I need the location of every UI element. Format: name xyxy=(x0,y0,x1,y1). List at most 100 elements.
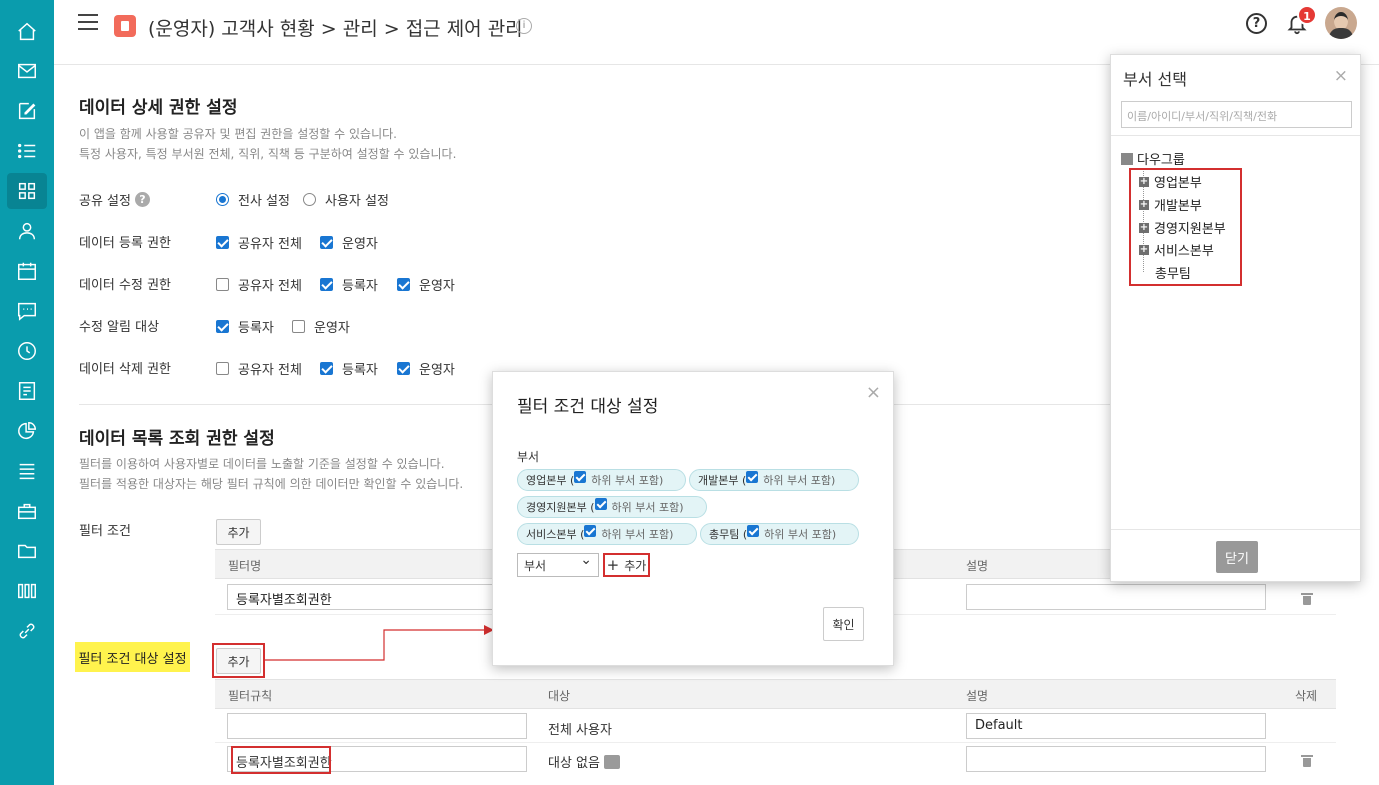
radio-icon[interactable] xyxy=(303,193,316,206)
list-icon[interactable] xyxy=(7,133,47,169)
user-icon[interactable] xyxy=(7,213,47,249)
notify-checkbox-operator[interactable]: 운영자 xyxy=(292,317,350,336)
apps-icon[interactable] xyxy=(7,573,47,609)
trash-icon[interactable] xyxy=(1301,592,1313,605)
link-icon[interactable] xyxy=(7,613,47,649)
dept-search-input[interactable]: 이름/아이디/부서/직위/직책/전화 xyxy=(1121,101,1352,128)
close-icon[interactable]: × xyxy=(866,382,881,403)
checkbox-label: 공유자 전체 xyxy=(238,363,302,378)
grid-icon[interactable] xyxy=(7,173,47,209)
share-radio-user[interactable]: 사용자 설정 xyxy=(303,190,389,209)
list-desc-1: 필터를 이용하여 사용자별로 데이터를 노출할 기준을 설정할 수 있습니다. xyxy=(79,457,445,471)
checkbox-icon[interactable] xyxy=(216,320,229,333)
help-icon[interactable]: ? xyxy=(1246,13,1267,34)
checkbox-icon[interactable] xyxy=(574,471,587,483)
avatar[interactable] xyxy=(1325,7,1357,39)
checkbox-label: 운영자 xyxy=(314,321,350,336)
checkbox-icon[interactable] xyxy=(584,525,597,537)
annotation-arrow xyxy=(264,625,494,661)
chat-icon[interactable] xyxy=(7,293,47,329)
row1-target: 전체 사용자 xyxy=(548,723,612,738)
edit-checkbox-sharers[interactable]: 공유자 전체 xyxy=(216,275,302,294)
add-filter-button[interactable]: 추가 xyxy=(216,519,261,545)
panel-divider xyxy=(1111,529,1360,530)
board-icon[interactable] xyxy=(7,453,47,489)
dept-chip[interactable]: 영업본부 (하위 부서 포함) xyxy=(517,469,686,491)
help-circle-icon[interactable]: ? xyxy=(134,192,150,207)
row2-desc-input[interactable] xyxy=(966,746,1266,772)
notify-checkbox-registrant[interactable]: 등록자 xyxy=(216,317,274,336)
add-target-link[interactable]: + 추가 xyxy=(603,553,650,577)
radio-icon[interactable] xyxy=(216,193,229,206)
del-checkbox-sharers[interactable]: 공유자 전체 xyxy=(216,359,302,378)
checkbox-label: 공유자 전체 xyxy=(238,279,302,294)
menu-icon[interactable] xyxy=(78,14,98,32)
edit-checkbox-registrant[interactable]: 등록자 xyxy=(320,275,378,294)
notification-badge: 1 xyxy=(1297,5,1317,25)
rule-select-row1[interactable] xyxy=(227,713,527,739)
checkbox-icon[interactable] xyxy=(216,362,229,375)
panel-close-button[interactable]: 닫기 xyxy=(1216,541,1258,573)
mail-icon[interactable] xyxy=(7,53,47,89)
plus-icon: + xyxy=(606,556,620,574)
edit-permission-label: 데이터 수정 권한 xyxy=(79,278,171,293)
confirm-button[interactable]: 확인 xyxy=(823,607,864,641)
checkbox-icon[interactable] xyxy=(747,525,760,537)
dept-chip[interactable]: 서비스본부 (하위 부서 포함) xyxy=(517,523,697,545)
calendar-icon[interactable] xyxy=(7,253,47,289)
checkbox-icon[interactable] xyxy=(397,278,410,291)
filter-condition-label: 필터 조건 xyxy=(79,524,131,539)
checkbox-icon[interactable] xyxy=(320,278,333,291)
chip-label: 경영지원본부 xyxy=(526,501,587,514)
dept-chip[interactable]: 경영지원본부 (하위 부서 포함) xyxy=(517,496,707,518)
checkbox-icon[interactable] xyxy=(746,471,759,483)
chip-sub: 하위 부서 포함) xyxy=(591,474,664,487)
checkbox-label: 등록자 xyxy=(342,363,378,378)
report-icon[interactable] xyxy=(7,373,47,409)
home-icon[interactable] xyxy=(7,14,47,50)
add-link-label: 추가 xyxy=(624,558,647,573)
briefcase-icon[interactable] xyxy=(7,493,47,529)
org-root-label: 다우그룹 xyxy=(1137,153,1185,168)
folder-icon[interactable] xyxy=(7,533,47,569)
chip-sub: 하위 부서 포함) xyxy=(763,474,836,487)
checkbox-icon[interactable] xyxy=(216,278,229,291)
share-setting-text: 공유 설정 xyxy=(79,194,131,209)
trash-icon[interactable] xyxy=(1301,754,1313,767)
chart-icon[interactable] xyxy=(7,413,47,449)
modal-title: 필터 조건 대상 설정 xyxy=(517,397,659,417)
chip-sub: 하위 부서 포함) xyxy=(764,528,837,541)
del-checkbox-operator[interactable]: 운영자 xyxy=(397,359,455,378)
edit-checkbox-operator[interactable]: 운영자 xyxy=(397,275,455,294)
filter-desc-input[interactable] xyxy=(966,584,1266,610)
checkbox-icon[interactable] xyxy=(292,320,305,333)
reg-checkbox-operator[interactable]: 운영자 xyxy=(320,233,378,252)
clock-icon[interactable] xyxy=(7,333,47,369)
target-type-select[interactable]: 부서 xyxy=(517,552,599,577)
checkbox-label: 운영자 xyxy=(342,237,378,252)
filter-name-input[interactable]: 등록자별조회권한 xyxy=(227,584,527,610)
checkbox-label: 운영자 xyxy=(419,363,455,378)
checkbox-icon[interactable] xyxy=(320,362,333,375)
reg-checkbox-sharers[interactable]: 공유자 전체 xyxy=(216,233,302,252)
row1-desc-input[interactable]: Default xyxy=(966,713,1266,739)
share-radio-company[interactable]: 전사 설정 xyxy=(216,190,290,209)
org-tree-root[interactable]: 다우그룹 xyxy=(1121,149,1185,168)
col-filter-name: 필터명 xyxy=(228,559,262,573)
col-description: 설명 xyxy=(966,689,989,703)
checkbox-icon[interactable] xyxy=(320,236,333,249)
checkbox-icon[interactable] xyxy=(397,362,410,375)
checkbox-icon[interactable] xyxy=(594,498,607,510)
edit-icon[interactable] xyxy=(7,93,47,129)
info-icon[interactable]: i xyxy=(516,18,532,34)
register-permission-label: 데이터 등록 권한 xyxy=(79,236,171,251)
del-checkbox-registrant[interactable]: 등록자 xyxy=(320,359,378,378)
delete-permission-label: 데이터 삭제 권한 xyxy=(79,362,171,377)
pencil-icon[interactable] xyxy=(603,754,620,769)
radio-label: 전사 설정 xyxy=(238,194,290,209)
dept-chip[interactable]: 개발본부 (하위 부서 포함) xyxy=(689,469,859,491)
dept-chip[interactable]: 총무팀 (하위 부서 포함) xyxy=(700,523,859,545)
checkbox-icon[interactable] xyxy=(216,236,229,249)
panel-divider xyxy=(1111,135,1360,136)
close-icon[interactable]: × xyxy=(1334,66,1348,86)
